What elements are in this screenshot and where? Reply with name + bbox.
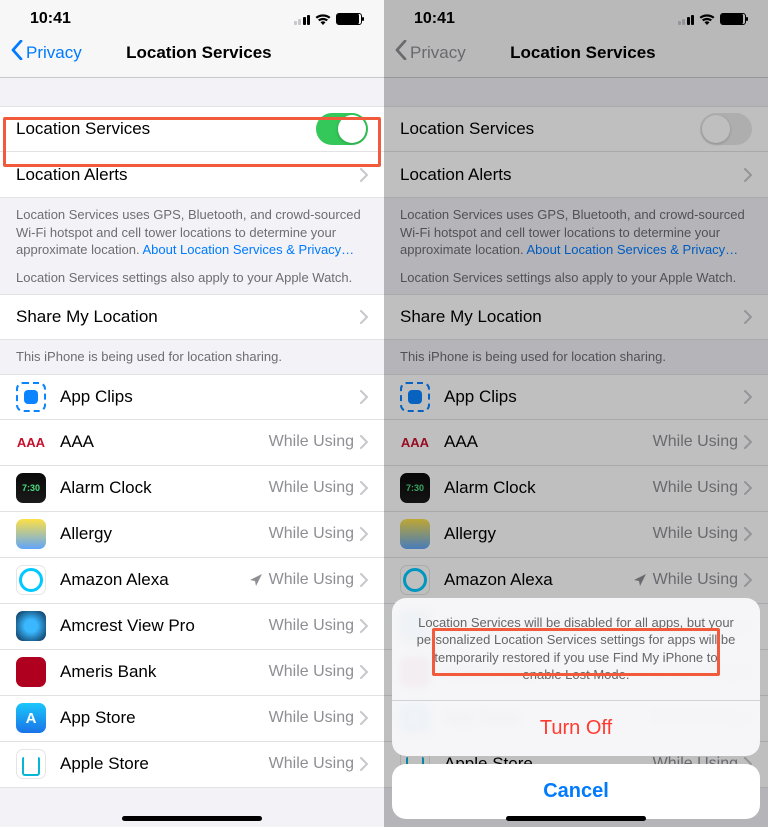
home-indicator[interactable] — [506, 816, 646, 821]
about-privacy-link[interactable]: About Location Services & Privacy… — [142, 242, 354, 257]
app-permission: While Using — [269, 755, 354, 773]
location-services-row[interactable]: Location Services — [0, 106, 384, 152]
status-time: 10:41 — [30, 10, 71, 28]
app-permission: While Using — [269, 479, 354, 497]
app-name: Amcrest View Pro — [60, 616, 269, 636]
location-services-toggle[interactable] — [316, 113, 368, 145]
app-name: Apple Store — [60, 754, 269, 774]
app-permission: While Using — [269, 525, 354, 543]
app-permission: While Using — [269, 663, 354, 681]
app-name: Amazon Alexa — [60, 570, 249, 590]
app-name: Ameris Bank — [60, 662, 269, 682]
app-row[interactable]: App StoreWhile Using — [0, 696, 384, 742]
app-name: Alarm Clock — [60, 478, 269, 498]
row-label: Share My Location — [16, 307, 354, 327]
app-icon — [16, 749, 46, 779]
chevron-right-icon — [360, 168, 368, 182]
chevron-right-icon — [360, 665, 368, 679]
phone-right: 10:41 Privacy Location Services Location… — [384, 0, 768, 827]
chevron-right-icon — [360, 481, 368, 495]
app-icon — [16, 657, 46, 687]
nav-title: Location Services — [24, 43, 374, 63]
chevron-right-icon — [360, 435, 368, 449]
chevron-right-icon — [360, 390, 368, 404]
app-row[interactable]: Amazon AlexaWhile Using — [0, 558, 384, 604]
cellular-icon — [294, 13, 311, 25]
chevron-right-icon — [360, 619, 368, 633]
app-row[interactable]: Amcrest View ProWhile Using — [0, 604, 384, 650]
app-icon — [16, 611, 46, 641]
nav-bar: Privacy Location Services — [0, 32, 384, 78]
home-indicator[interactable] — [122, 816, 262, 821]
wifi-icon — [315, 13, 331, 25]
app-name: Allergy — [60, 524, 269, 544]
app-row[interactable]: AAAAAAWhile Using — [0, 420, 384, 466]
app-name: App Clips — [60, 387, 354, 407]
chevron-right-icon — [360, 573, 368, 587]
app-permission: While Using — [269, 617, 354, 635]
app-icon — [16, 382, 46, 412]
app-icon: AAA — [16, 427, 46, 457]
share-my-location-row[interactable]: Share My Location — [0, 294, 384, 340]
app-icon: 7:30 — [16, 473, 46, 503]
cancel-button[interactable]: Cancel — [392, 764, 760, 819]
footer-info: Location Services uses GPS, Bluetooth, a… — [0, 198, 384, 294]
app-icon — [16, 703, 46, 733]
action-sheet-card: Location Services will be disabled for a… — [392, 598, 760, 756]
status-icons — [294, 13, 363, 25]
app-permission: While Using — [249, 571, 354, 589]
app-permission: While Using — [269, 709, 354, 727]
footer-sharing: This iPhone is being used for location s… — [0, 340, 384, 374]
chevron-left-icon — [10, 40, 24, 65]
app-row[interactable]: 7:30 Alarm ClockWhile Using — [0, 466, 384, 512]
chevron-right-icon — [360, 757, 368, 771]
app-name: App Store — [60, 708, 269, 728]
chevron-right-icon — [360, 310, 368, 324]
app-row[interactable]: Ameris BankWhile Using — [0, 650, 384, 696]
status-bar: 10:41 — [0, 0, 384, 32]
app-icon — [16, 519, 46, 549]
row-label: Location Services — [16, 119, 316, 139]
chevron-right-icon — [360, 711, 368, 725]
app-permission: While Using — [269, 433, 354, 451]
action-sheet: Location Services will be disabled for a… — [384, 0, 768, 827]
app-icon — [16, 565, 46, 595]
app-row[interactable]: AllergyWhile Using — [0, 512, 384, 558]
chevron-right-icon — [360, 527, 368, 541]
turn-off-button[interactable]: Turn Off — [392, 701, 760, 756]
phone-left: 10:41 Privacy Location Services Location… — [0, 0, 384, 827]
app-row[interactable]: App Clips — [0, 374, 384, 420]
battery-icon — [336, 13, 362, 25]
location-arrow-icon — [249, 573, 263, 587]
app-row[interactable]: Apple StoreWhile Using — [0, 742, 384, 788]
app-name: AAA — [60, 432, 269, 452]
row-label: Location Alerts — [16, 165, 354, 185]
location-alerts-row[interactable]: Location Alerts — [0, 152, 384, 198]
action-sheet-message: Location Services will be disabled for a… — [392, 598, 760, 701]
